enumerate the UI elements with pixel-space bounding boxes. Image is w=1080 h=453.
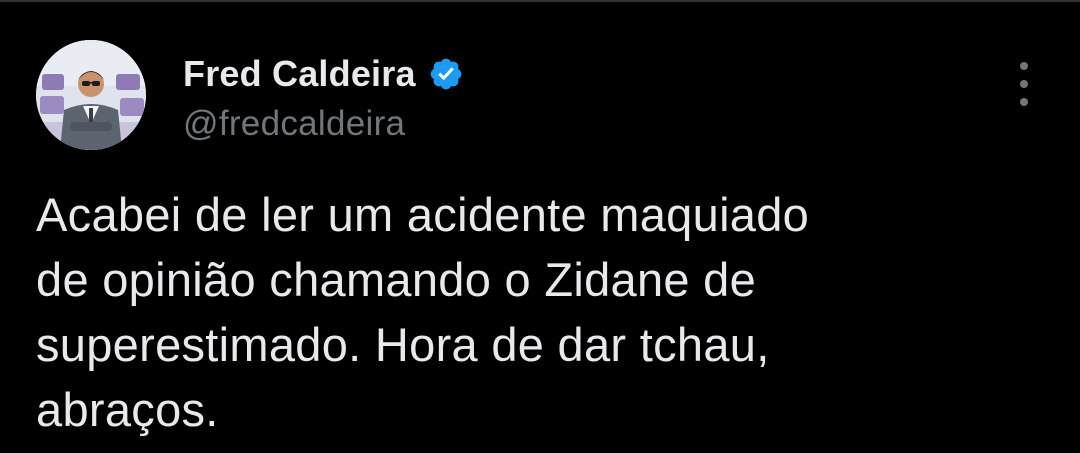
verified-badge-icon[interactable] bbox=[428, 56, 464, 92]
author-handle[interactable]: @fredcaldeira bbox=[183, 104, 464, 144]
tweet-text: Acabei de ler um acidente maquiado de op… bbox=[36, 188, 810, 436]
avatar[interactable] bbox=[36, 40, 146, 150]
more-vertical-icon-dot bbox=[1020, 98, 1028, 106]
more-vertical-icon-dot bbox=[1020, 80, 1028, 88]
top-divider bbox=[0, 0, 1080, 2]
author-display-name[interactable]: Fred Caldeira bbox=[183, 53, 416, 95]
more-options-button[interactable] bbox=[1004, 62, 1044, 106]
more-vertical-icon bbox=[1020, 62, 1028, 70]
tweet-header: Fred Caldeira @fredcaldeira bbox=[36, 40, 464, 150]
author-names: Fred Caldeira @fredcaldeira bbox=[183, 46, 464, 144]
avatar-image bbox=[36, 40, 146, 150]
name-row: Fred Caldeira bbox=[183, 46, 464, 102]
